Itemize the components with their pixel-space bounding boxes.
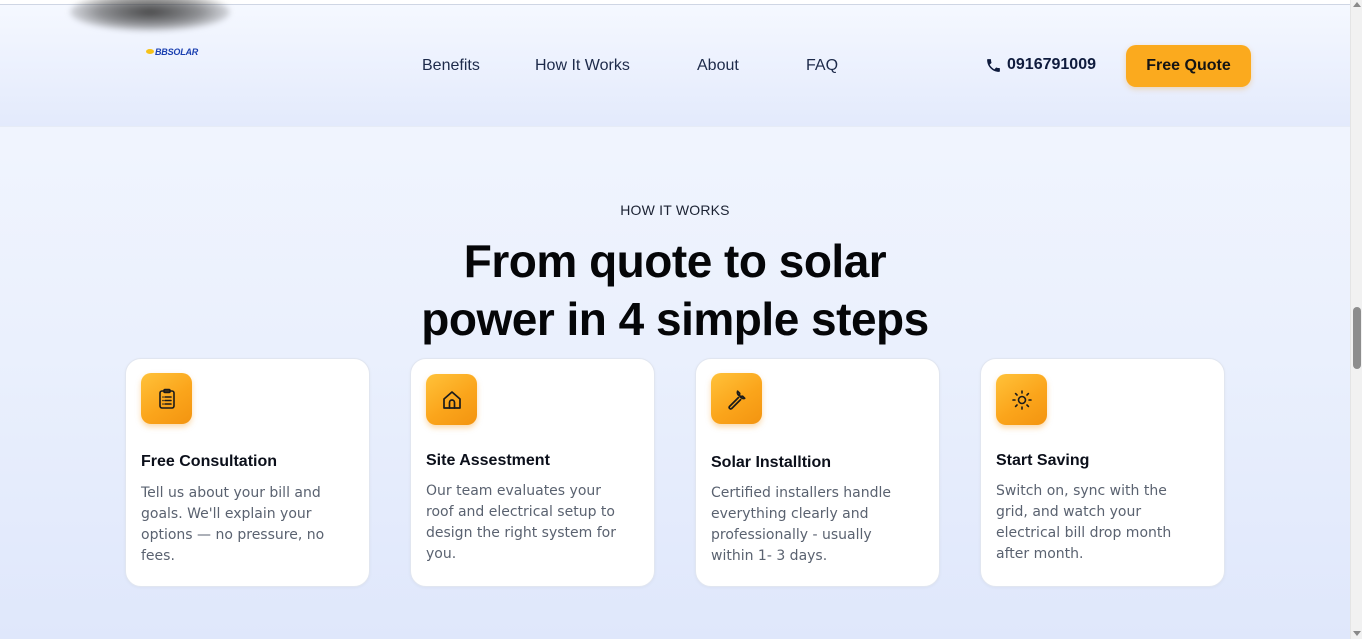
site-header: BBSOLAR Benefits How It Works About FAQ … bbox=[0, 0, 1350, 127]
free-quote-button[interactable]: Free Quote bbox=[1126, 45, 1251, 87]
step-description: Tell us about your bill and goals. We'll… bbox=[141, 485, 325, 564]
brand-logo[interactable]: BBSOLAR bbox=[146, 47, 198, 57]
step-title: Free Consultation bbox=[141, 453, 278, 470]
phone-number: 0916791009 bbox=[1007, 56, 1096, 73]
scrollbar-thumb[interactable] bbox=[1353, 307, 1361, 369]
step-title: Solar Installtion bbox=[711, 454, 832, 471]
step-title: Site Assestment bbox=[426, 452, 550, 469]
section-title-line-2: power in 4 simple steps bbox=[421, 293, 929, 345]
step-title: Start Saving bbox=[996, 452, 1090, 469]
step-description: Switch on, sync with the grid, and watch… bbox=[996, 483, 1172, 562]
logo-shadow-image bbox=[70, 0, 230, 31]
step-card-start-saving: Start Saving Switch on, sync with the gr… bbox=[980, 358, 1225, 587]
vertical-scrollbar[interactable] bbox=[1350, 0, 1362, 639]
wrench-icon bbox=[711, 373, 762, 424]
phone-icon bbox=[987, 58, 1000, 72]
home-icon bbox=[426, 374, 477, 425]
phone-link[interactable]: 0916791009 bbox=[985, 56, 1096, 74]
step-description: Certified installers handle everything c… bbox=[711, 485, 892, 564]
logo-sun-icon bbox=[146, 49, 154, 54]
section-eyebrow: HOW IT WORKS bbox=[620, 202, 730, 218]
scroll-down-arrow-icon[interactable] bbox=[1353, 631, 1361, 636]
step-description: Our team evaluates your roof and electri… bbox=[426, 483, 616, 562]
logo-text: BBSOLAR bbox=[155, 47, 199, 57]
nav-about[interactable]: About bbox=[697, 57, 739, 75]
section-title: From quote to solar power in 4 simple st… bbox=[0, 232, 1350, 348]
step-card-installation: Solar Installtion Certified installers h… bbox=[695, 358, 940, 587]
page: BBSOLAR Benefits How It Works About FAQ … bbox=[0, 0, 1350, 639]
nav-benefits[interactable]: Benefits bbox=[422, 57, 480, 75]
step-card-site-assessment: Site Assestment Our team evaluates your … bbox=[410, 358, 655, 587]
nav-faq[interactable]: FAQ bbox=[806, 57, 838, 75]
step-card-consultation: Free Consultation Tell us about your bil… bbox=[125, 358, 370, 587]
sun-icon bbox=[996, 374, 1047, 425]
clipboard-icon bbox=[141, 373, 192, 424]
scroll-up-arrow-icon[interactable] bbox=[1353, 2, 1361, 7]
section-title-line-1: From quote to solar bbox=[463, 235, 887, 287]
nav-how-it-works[interactable]: How It Works bbox=[535, 57, 630, 75]
